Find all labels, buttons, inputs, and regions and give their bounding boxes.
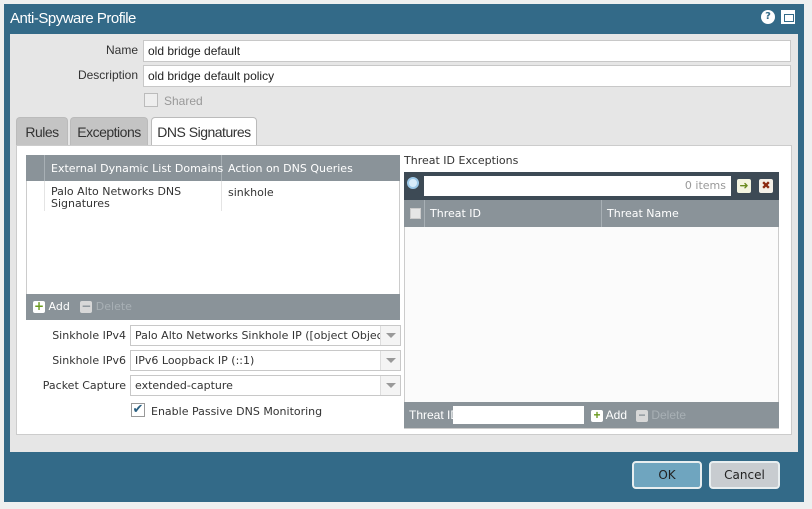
apply-filter-icon[interactable]: ➜: [737, 179, 751, 193]
column-header-domains[interactable]: External Dynamic List Domains: [51, 156, 223, 182]
delete-button[interactable]: − Delete: [80, 300, 132, 313]
passive-dns-label: Enable Passive DNS Monitoring: [151, 405, 323, 418]
dialog-title: Anti-Spyware Profile: [10, 10, 136, 27]
threat-delete-button[interactable]: − Delete: [636, 408, 686, 422]
help-icon[interactable]: ?: [761, 10, 775, 24]
column-header-threat-id[interactable]: Threat ID: [430, 201, 481, 227]
packet-capture-label: Packet Capture: [42, 379, 126, 392]
column-header-action[interactable]: Action on DNS Queries: [228, 156, 353, 182]
table-row-action[interactable]: sinkhole: [228, 186, 274, 199]
select-all-checkbox[interactable]: [410, 208, 421, 219]
delete-icon: −: [80, 299, 93, 313]
maximize-icon[interactable]: [781, 10, 795, 24]
threat-id-input[interactable]: [453, 406, 584, 424]
sinkhole-ipv6-value: IPv6 Loopback IP (::1): [135, 354, 255, 367]
threat-search-input[interactable]: 0 items: [424, 176, 731, 196]
items-count: 0 items: [684, 179, 726, 192]
add-icon: +: [591, 409, 603, 422]
divider: [44, 155, 45, 181]
add-button[interactable]: + Add: [33, 300, 70, 313]
packet-capture-select[interactable]: extended-capture: [130, 375, 401, 396]
tab-rules[interactable]: Rules: [16, 117, 68, 145]
divider: [44, 181, 45, 211]
ok-button[interactable]: OK: [632, 461, 702, 489]
divider: [424, 200, 425, 227]
sinkhole-ipv6-label: Sinkhole IPv6: [52, 354, 126, 367]
sinkhole-ipv6-select[interactable]: IPv6 Loopback IP (::1): [130, 350, 401, 371]
chevron-down-icon: [380, 376, 400, 395]
delete-label: Delete: [95, 300, 132, 313]
sinkhole-ipv4-value: Palo Alto Networks Sinkhole IP ([object …: [135, 329, 396, 342]
add-icon: +: [33, 299, 45, 313]
dns-grid-toolbar: + Add − Delete: [26, 294, 400, 320]
cancel-button[interactable]: Cancel: [709, 461, 780, 489]
chevron-down-icon: [380, 351, 400, 370]
passive-dns-checkbox[interactable]: ✔: [131, 403, 145, 417]
add-label: Add: [48, 300, 70, 313]
sinkhole-ipv4-label: Sinkhole IPv4: [52, 329, 126, 342]
column-header-threat-name[interactable]: Threat Name: [607, 201, 679, 227]
threat-add-button[interactable]: + Add: [591, 408, 627, 422]
shared-label: Shared: [164, 94, 203, 108]
delete-icon: −: [636, 409, 648, 422]
divider: [601, 200, 602, 227]
threat-id-label: Threat ID: [409, 408, 460, 422]
description-label: Description: [77, 68, 138, 82]
clear-filter-icon[interactable]: ✖: [759, 179, 773, 193]
chevron-down-icon: [380, 326, 400, 345]
search-icon: [407, 177, 419, 189]
packet-capture-value: extended-capture: [135, 379, 233, 392]
add-label: Add: [605, 408, 628, 422]
delete-label: Delete: [651, 408, 687, 422]
description-input[interactable]: old bridge default policy: [143, 65, 791, 87]
tab-exceptions[interactable]: Exceptions: [70, 117, 148, 145]
shared-checkbox[interactable]: [144, 93, 158, 107]
tab-dns-signatures[interactable]: DNS Signatures: [151, 117, 257, 146]
sinkhole-ipv4-select[interactable]: Palo Alto Networks Sinkhole IP ([object …: [130, 325, 401, 346]
table-row-domain[interactable]: Palo Alto Networks DNS Signatures: [51, 186, 216, 210]
divider: [221, 181, 222, 211]
threat-exceptions-title: Threat ID Exceptions: [404, 154, 519, 167]
name-input[interactable]: old bridge default: [143, 40, 791, 62]
name-label: Name: [105, 43, 138, 57]
